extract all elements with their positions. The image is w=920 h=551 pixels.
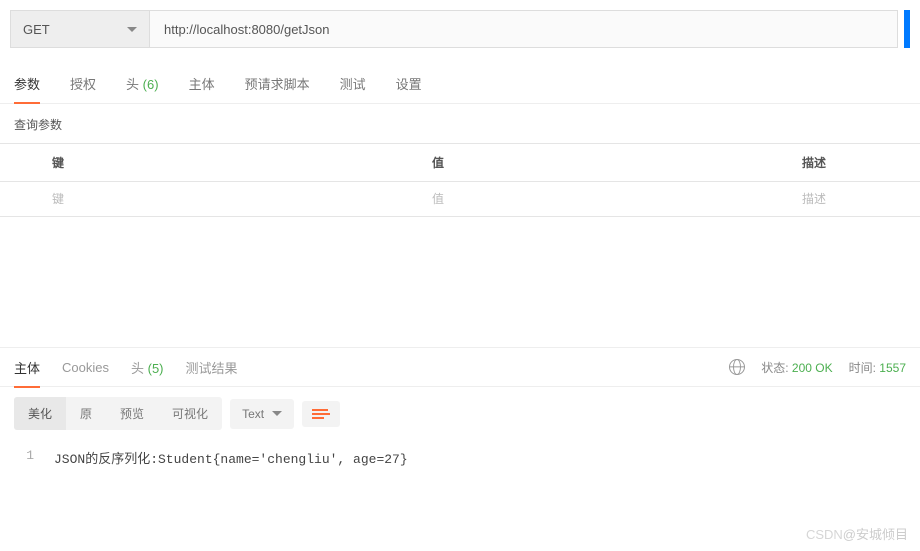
- raw-button[interactable]: 原: [66, 397, 106, 430]
- time-value: 1557: [879, 361, 906, 375]
- response-tabs: 主体 Cookies 头 (5) 测试结果: [14, 348, 238, 387]
- status-label: 状态:: [761, 361, 788, 375]
- wrap-icon: [312, 407, 330, 421]
- resp-tab-testresults[interactable]: 测试结果: [186, 348, 238, 387]
- request-tabs: 参数 授权 头 (6) 主体 预请求脚本 测试 设置: [0, 58, 920, 104]
- resp-tab-headers-count: (5): [148, 361, 164, 376]
- line-number: 1: [14, 448, 34, 467]
- globe-icon: [729, 359, 745, 375]
- tab-tests[interactable]: 测试: [340, 74, 366, 103]
- response-toolbar: 美化 原 预览 可视化 Text: [0, 387, 920, 440]
- http-method-select[interactable]: GET: [10, 10, 150, 48]
- send-button[interactable]: [904, 10, 910, 48]
- tab-params[interactable]: 参数: [14, 74, 40, 103]
- tab-headers[interactable]: 头 (6): [126, 74, 159, 103]
- tab-authorization[interactable]: 授权: [70, 74, 96, 103]
- params-input-row: [0, 182, 920, 217]
- tab-headers-label: 头: [126, 77, 139, 92]
- chevron-down-icon: [272, 411, 282, 416]
- wrap-lines-button[interactable]: [302, 401, 340, 427]
- query-params-label: 查询参数: [0, 104, 920, 143]
- watermark: CSDN@安城倾目: [806, 524, 908, 543]
- params-header-row: 键 值 描述: [0, 144, 920, 182]
- chevron-down-icon: [127, 27, 137, 32]
- response-line: JSON的反序列化:Student{name='chengliu', age=2…: [54, 448, 408, 467]
- response-meta: 状态: 200 OK 时间: 1557: [729, 359, 906, 376]
- params-header-desc: 描述: [790, 144, 920, 181]
- time-label: 时间:: [849, 361, 876, 375]
- param-key-input[interactable]: [52, 192, 408, 206]
- pretty-button[interactable]: 美化: [14, 397, 66, 430]
- tab-settings[interactable]: 设置: [396, 74, 422, 103]
- params-header-key: 键: [40, 144, 420, 181]
- resp-tab-headers[interactable]: 头 (5): [131, 348, 164, 387]
- status-value: 200 OK: [792, 361, 833, 375]
- resp-tab-headers-label: 头: [131, 361, 144, 376]
- format-value: Text: [242, 407, 264, 421]
- format-select[interactable]: Text: [230, 399, 294, 429]
- params-table: 键 值 描述: [0, 143, 920, 217]
- tab-prerequest[interactable]: 预请求脚本: [245, 74, 310, 103]
- url-input[interactable]: [150, 10, 898, 48]
- http-method-value: GET: [23, 22, 50, 37]
- resp-tab-body[interactable]: 主体: [14, 348, 40, 387]
- param-desc-input[interactable]: [802, 192, 908, 206]
- resp-tab-cookies[interactable]: Cookies: [62, 350, 109, 385]
- param-value-input[interactable]: [432, 192, 778, 206]
- response-body[interactable]: 1 JSON的反序列化:Student{name='chengliu', age…: [0, 440, 920, 475]
- tab-body[interactable]: 主体: [189, 74, 215, 103]
- params-header-value: 值: [420, 144, 790, 181]
- preview-button[interactable]: 预览: [106, 397, 158, 430]
- tab-headers-count: (6): [143, 77, 159, 92]
- visualize-button[interactable]: 可视化: [158, 397, 222, 430]
